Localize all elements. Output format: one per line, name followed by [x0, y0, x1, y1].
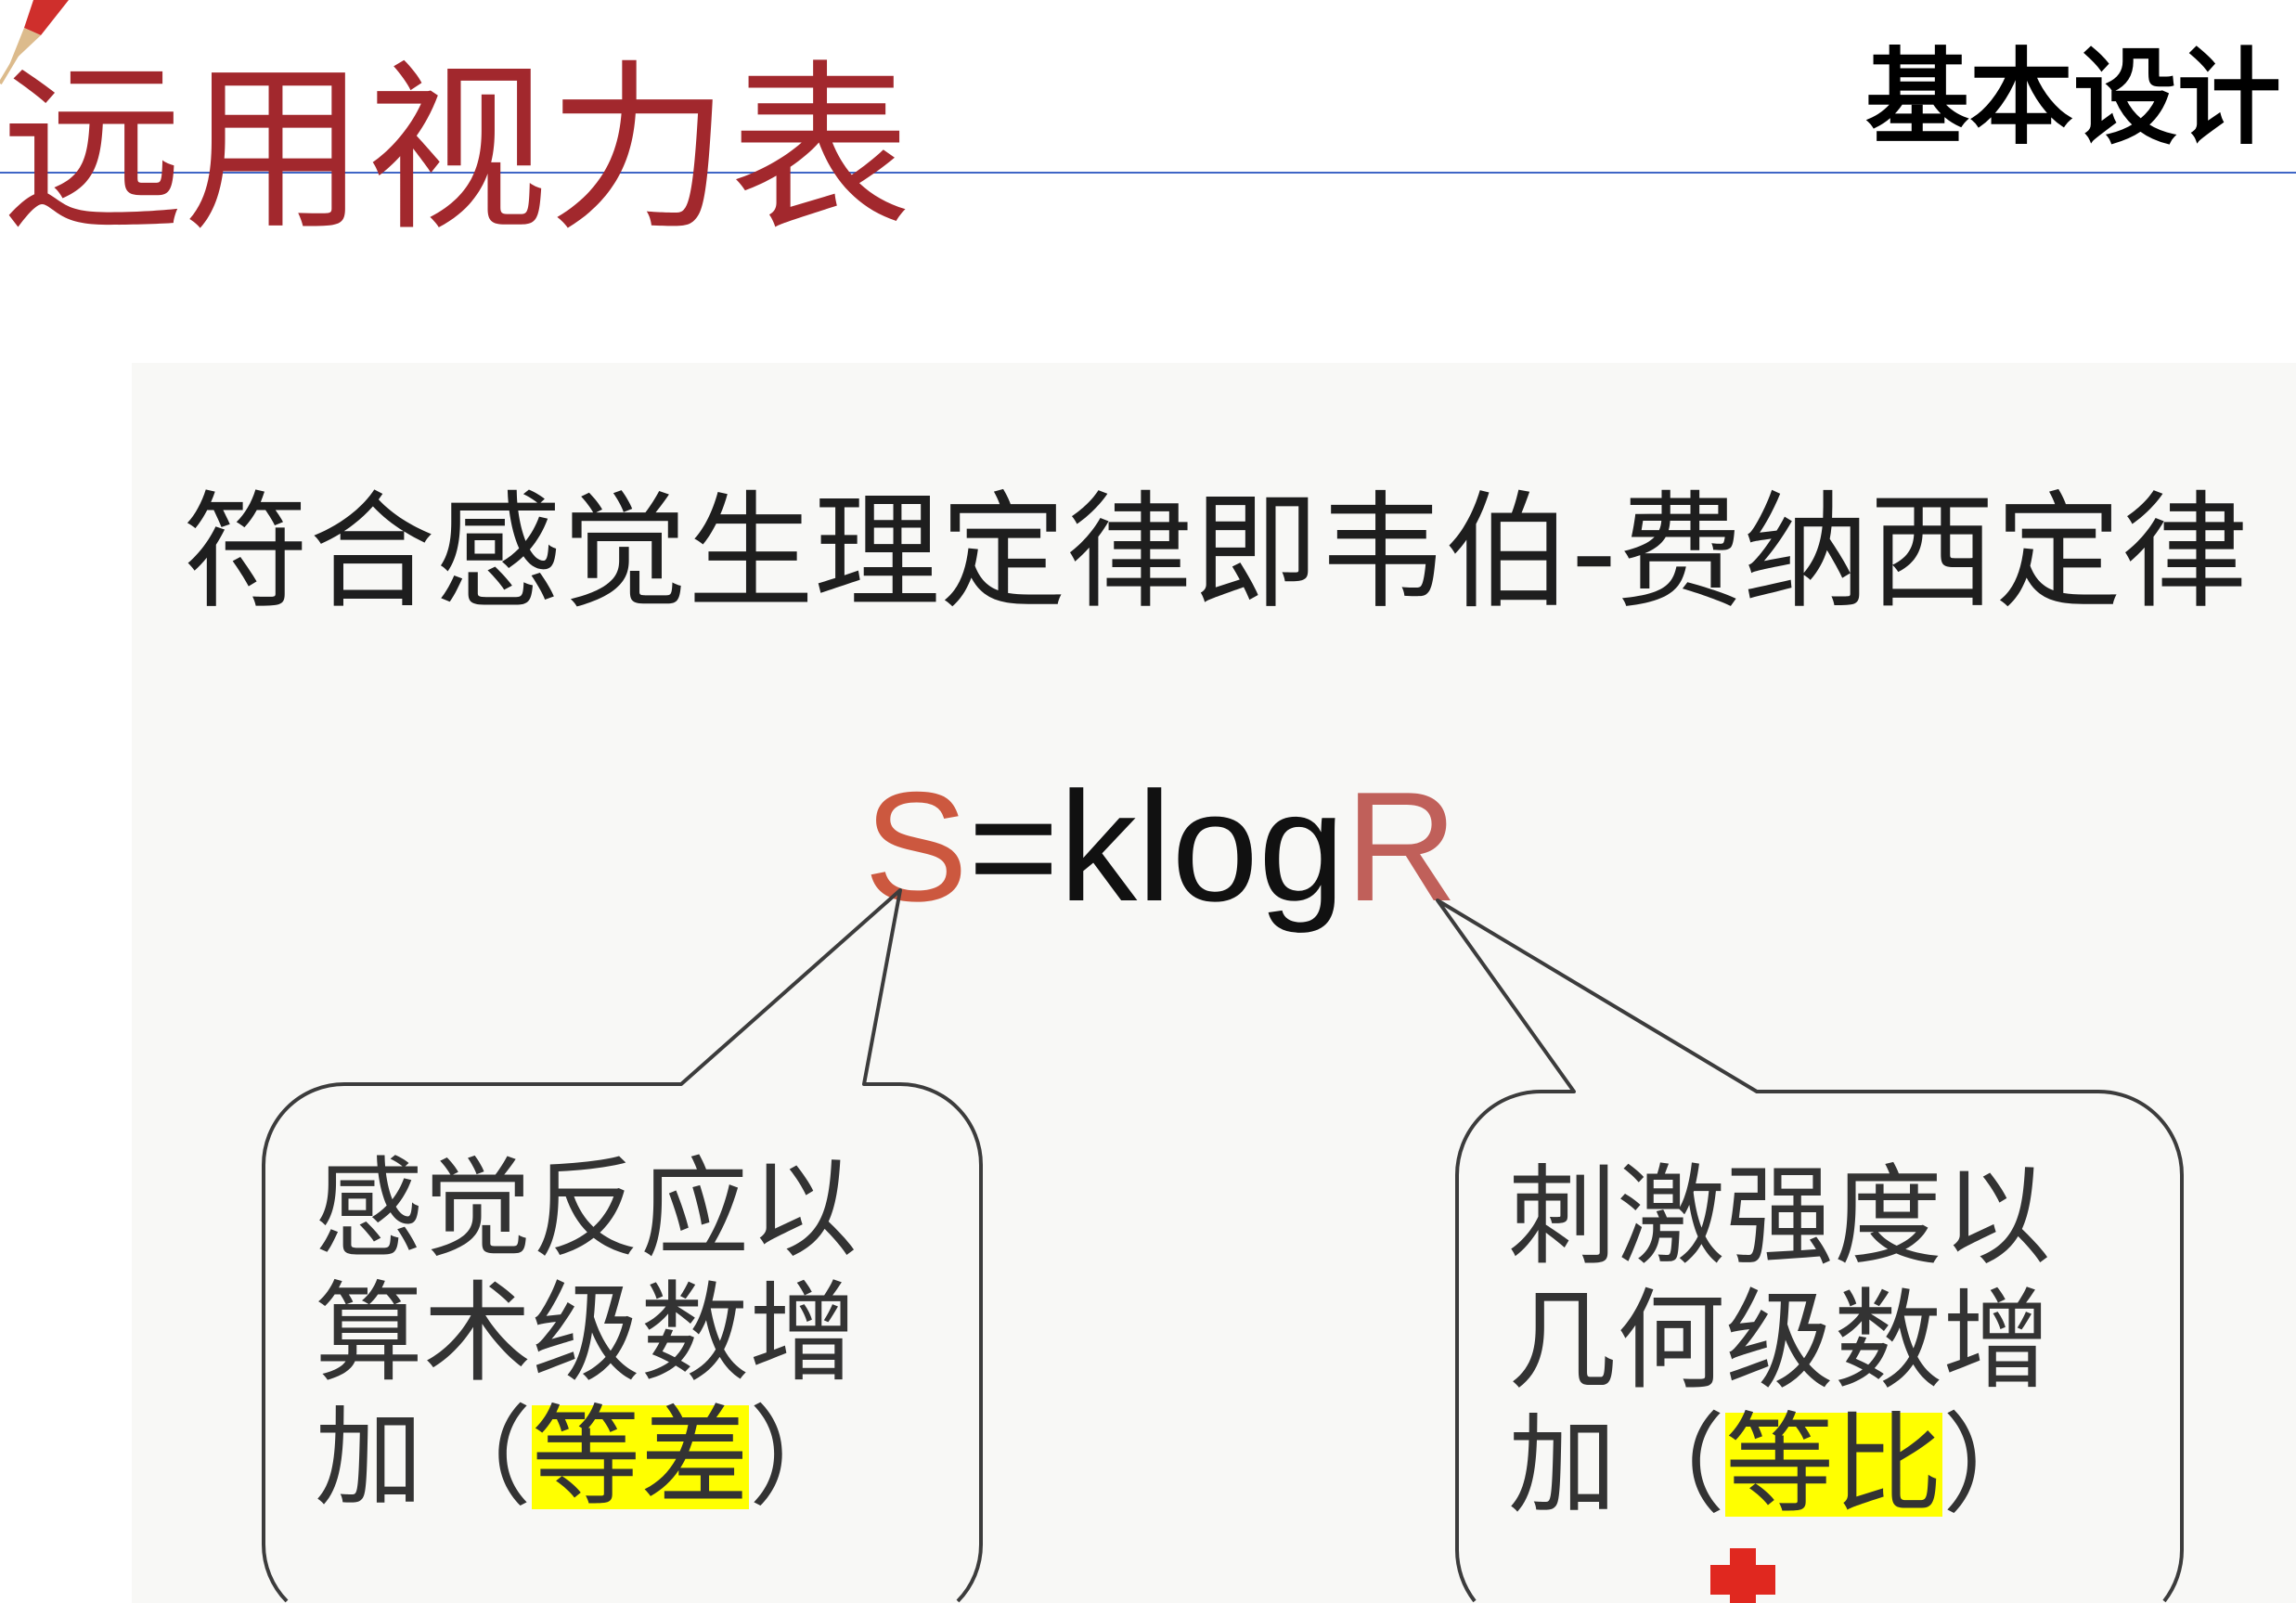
right-bubble-line-2: 几何级数增	[1508, 1277, 2052, 1404]
right-bubble-line-1: 刺激强度以	[1508, 1153, 2052, 1280]
slide: 远用视力表 基本设计 符合感觉生理定律即韦伯-费纳西定律 S=klogR 感觉反…	[0, 0, 2296, 1603]
right-bubble-suffix: ）	[1942, 1402, 2052, 1529]
right-bubble-highlight: 等比	[1725, 1401, 1943, 1528]
plus-shape	[1710, 1548, 1775, 1603]
plus-icon	[1710, 1548, 1775, 1603]
left-bubble-text: 感觉反应以 算术级数增 加（等差）	[315, 1147, 858, 1520]
right-bubble-text: 刺激强度以 几何级数增 加（等比）	[1508, 1155, 2051, 1528]
left-bubble-prefix: 加（	[315, 1394, 533, 1521]
left-bubble-highlight: 等差	[532, 1393, 750, 1520]
left-bubble-line-1: 感觉反应以	[315, 1145, 858, 1273]
right-bubble-prefix: 加（	[1508, 1402, 1726, 1529]
left-bubble-line-2: 算术级数增	[315, 1270, 858, 1397]
left-bubble-line-3: 加（等差）	[315, 1396, 858, 1520]
left-bubble-suffix: ）	[749, 1394, 858, 1521]
right-bubble-line-3: 加（等比）	[1508, 1403, 2051, 1528]
